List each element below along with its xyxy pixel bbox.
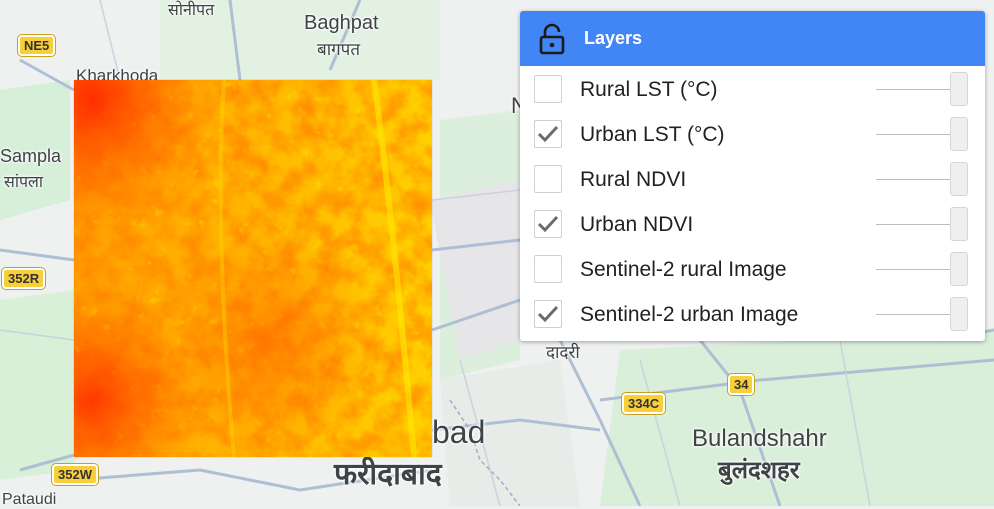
opacity-slider-track[interactable] (876, 89, 952, 90)
opacity-slider-track[interactable] (876, 269, 952, 270)
layers-panel-header[interactable]: Layers (520, 11, 985, 66)
place-baghpat-hi: बागपत (317, 40, 361, 59)
heatmap-raster (74, 80, 432, 457)
place-sampla-hi: सांपला (4, 174, 44, 191)
layer-row-sentinel-rural[interactable]: Sentinel-2 rural Image (520, 248, 985, 293)
opacity-slider-thumb[interactable] (950, 207, 968, 241)
place-sonipat-hi: सोनीपत (168, 2, 215, 19)
highway-shield-ne5: NE5 (18, 35, 56, 56)
checkmark-icon (537, 215, 559, 233)
layer-label: Urban LST (°C) (580, 123, 725, 146)
layer-row-rural-lst[interactable]: Rural LST (°C) (520, 68, 985, 113)
checkmark-icon (537, 125, 559, 143)
highway-shield-334c: 334C (622, 393, 666, 414)
place-pataudi: Pataudi (2, 491, 57, 508)
layer-label: Urban NDVI (580, 213, 694, 236)
opacity-slider-thumb[interactable] (950, 162, 968, 196)
layer-checkbox[interactable] (534, 255, 562, 283)
lock-open-icon[interactable] (520, 23, 584, 55)
highway-shield-352r: 352R (2, 268, 46, 289)
layer-row-urban-ndvi[interactable]: Urban NDVI (520, 203, 985, 248)
layer-label: Rural LST (°C) (580, 78, 718, 101)
layer-checkbox[interactable] (534, 300, 562, 328)
layer-checkbox[interactable] (534, 210, 562, 238)
place-baghpat: Baghpat (304, 12, 379, 34)
opacity-slider-thumb[interactable] (950, 72, 968, 106)
layer-checkbox[interactable] (534, 120, 562, 148)
opacity-slider-track[interactable] (876, 224, 952, 225)
opacity-slider-thumb[interactable] (950, 297, 968, 331)
checkmark-icon (537, 305, 559, 323)
opacity-slider-track[interactable] (876, 179, 952, 180)
highway-shield-34: 34 (728, 374, 755, 395)
layer-checkbox[interactable] (534, 75, 562, 103)
layer-label: Sentinel-2 rural Image (580, 258, 787, 281)
layer-row-sentinel-urban[interactable]: Sentinel-2 urban Image (520, 293, 985, 338)
place-dadri-hi: दादरी (546, 343, 580, 362)
layer-row-urban-lst[interactable]: Urban LST (°C) (520, 113, 985, 158)
place-bulandshahr: Bulandshahr (692, 425, 827, 452)
place-faridabad-hi: फरीदाबाद (334, 458, 442, 491)
opacity-slider-track[interactable] (876, 314, 952, 315)
opacity-slider-track[interactable] (876, 134, 952, 135)
place-sampla: Sampla (0, 146, 62, 166)
opacity-slider-thumb[interactable] (950, 117, 968, 151)
place-bulandshahr-hi: बुलंदशहर (718, 457, 800, 484)
opacity-slider-thumb[interactable] (950, 252, 968, 286)
layers-panel: Layers Rural LST (°C) Urban LST (°C) Rur… (520, 11, 985, 341)
lst-raster-overlay (74, 80, 432, 457)
highway-shield-352w: 352W (52, 464, 98, 485)
layer-row-rural-ndvi[interactable]: Rural NDVI (520, 158, 985, 203)
layer-checkbox[interactable] (534, 165, 562, 193)
layers-panel-title: Layers (584, 28, 643, 48)
layer-label: Sentinel-2 urban Image (580, 303, 799, 326)
layer-label: Rural NDVI (580, 168, 687, 191)
place-faridabad-partial: bad (432, 414, 486, 450)
